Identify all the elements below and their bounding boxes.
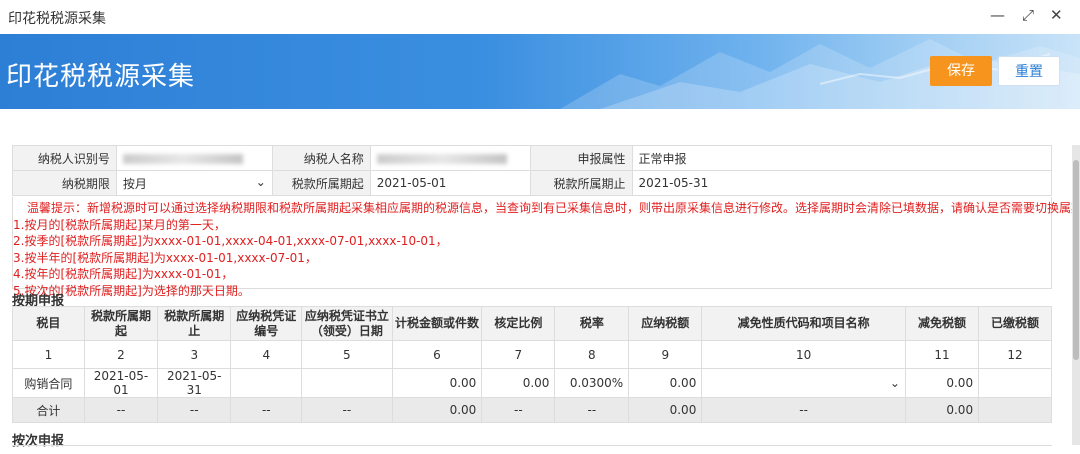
col-header: 已缴税额 — [978, 306, 1052, 341]
main-content: 纳税人识别号 纳税人名称 申报属性 正常申报 纳税期限 按月 ⌄ 税款所属期起 2… — [0, 109, 1080, 453]
col-number: 7 — [481, 340, 556, 369]
col-number: 4 — [230, 340, 303, 369]
col-number: 10 — [701, 340, 906, 369]
col-number: 8 — [554, 340, 630, 369]
start-date-cell: 2021-05-01 — [83, 368, 159, 398]
tax-item-cell: 购销合同 — [12, 368, 85, 398]
reset-button[interactable]: 重置 — [998, 56, 1060, 86]
start-date-label: 税款所属期起 — [271, 170, 371, 196]
declare-attr-value: 正常申报 — [631, 145, 1053, 171]
tip-line: 3.按半年的[税款所属期起]为xxxx-01-01,xxxx-07-01， — [13, 250, 317, 265]
tip-line: 1.按月的[税款所属期起]某月的第一天， — [13, 217, 226, 232]
col-header: 应纳税额 — [628, 306, 703, 341]
close-icon[interactable]: ✕ — [1050, 6, 1063, 24]
tip-line: 2.按季的[税款所属期起]为xxxx-01-01,xxxx-04-01,xxxx… — [13, 234, 448, 248]
taxpayer-info-table: 纳税人识别号 纳税人名称 申报属性 正常申报 纳税期限 按月 ⌄ 税款所属期起 2… — [12, 145, 1053, 196]
col-number: 2 — [83, 340, 159, 369]
col-header: 税率 — [554, 306, 630, 341]
col-header: 计税金额或件数 — [391, 306, 483, 341]
tip-line: 5.按次的[税款所属期起]为选择的那天日期。 — [13, 283, 250, 298]
minimize-icon[interactable]: — — [990, 6, 1005, 24]
col-number: 11 — [904, 340, 980, 369]
scrollbar-thumb[interactable] — [1073, 160, 1079, 360]
tax-rate-cell: 0.0300% — [554, 368, 630, 398]
chevron-down-icon: ⌄ — [255, 174, 266, 189]
col-header: 应纳税凭证书立（领受）日期 — [301, 306, 393, 341]
end-date-label: 税款所属期止 — [529, 170, 633, 196]
total-cell: -- — [83, 397, 159, 423]
total-row: 合计 -- -- -- -- 0.00 -- -- 0.00 -- 0.00 — [12, 397, 1052, 423]
total-cell: 0.00 — [628, 397, 703, 423]
total-cell: -- — [230, 397, 303, 423]
tip-line: 4.按年的[税款所属期起]为xxxx-01-01， — [13, 267, 234, 281]
window-title: 印花税税源采集 — [8, 11, 106, 27]
taxpayer-id-value — [115, 145, 273, 171]
period-label: 纳税期限 — [12, 170, 117, 196]
tax-payable-cell: 0.00 — [628, 368, 703, 398]
period-select[interactable]: 按月 ⌄ — [115, 170, 273, 196]
col-header: 减免性质代码和项目名称 — [701, 306, 906, 341]
save-button[interactable]: 保存 — [930, 56, 992, 86]
column-number-row: 1 2 3 4 5 6 7 8 9 10 11 12 — [12, 340, 1052, 369]
end-date-cell: 2021-05-31 — [157, 368, 232, 398]
total-cell: -- — [554, 397, 630, 423]
taxpayer-name-value — [369, 145, 531, 171]
col-header: 应纳税凭证编号 — [230, 306, 303, 341]
table-header: 税目 税款所属期起 税款所属期止 应纳税凭证编号 应纳税凭证书立（领受）日期 计… — [12, 306, 1052, 341]
voucher-date-input[interactable] — [301, 368, 393, 398]
taxpayer-id-label: 纳税人识别号 — [12, 145, 117, 171]
maximize-icon[interactable]: ⤢ — [1022, 6, 1034, 24]
header-banner: 印花税税源采集 保存 重置 — [0, 34, 1080, 109]
total-cell: 0.00 — [904, 397, 980, 423]
end-date-value: 2021-05-31 — [631, 170, 1053, 196]
col-number: 3 — [157, 340, 232, 369]
total-cell — [978, 397, 1052, 423]
col-header: 税款所属期起 — [83, 306, 159, 341]
window-titlebar: 印花税税源采集 — ⤢ ✕ — [0, 0, 1080, 34]
total-cell: 0.00 — [391, 397, 483, 423]
col-number: 1 — [12, 340, 85, 369]
total-cell: -- — [301, 397, 393, 423]
taxable-amount-input[interactable]: 0.00 — [391, 368, 483, 398]
total-cell: -- — [701, 397, 906, 423]
voucher-number-input[interactable] — [230, 368, 303, 398]
total-cell: -- — [157, 397, 232, 423]
tips-box: 温馨提示：新增税源时可以通过选择纳税期限和税款所属期起采集相应属期的税源信息，当… — [12, 197, 1080, 298]
col-number: 6 — [391, 340, 483, 369]
page-title: 印花税税源采集 — [6, 62, 196, 92]
paid-amount-cell — [978, 368, 1052, 398]
total-cell: -- — [481, 397, 556, 423]
col-header: 税款所属期止 — [157, 306, 232, 341]
col-header: 减免税额 — [904, 306, 980, 341]
exemption-amount-cell[interactable]: 0.00 — [904, 368, 980, 398]
col-header: 税目 — [12, 306, 85, 341]
approved-ratio-input[interactable]: 0.00 — [481, 368, 556, 398]
exemption-code-select[interactable]: ⌄ — [701, 368, 906, 398]
periodic-declare-table: 税目 税款所属期起 税款所属期止 应纳税凭证编号 应纳税凭证书立（领受）日期 计… — [12, 306, 1052, 423]
chevron-down-icon: ⌄ — [889, 376, 900, 390]
col-header: 核定比例 — [481, 306, 556, 341]
taxpayer-name-label: 纳税人名称 — [271, 145, 371, 171]
total-label: 合计 — [12, 397, 85, 423]
col-number: 12 — [978, 340, 1052, 369]
table-row: 购销合同 2021-05-01 2021-05-31 0.00 0.00 0.0… — [12, 368, 1052, 398]
col-number: 5 — [301, 340, 393, 369]
declare-attr-label: 申报属性 — [529, 145, 633, 171]
start-date-input[interactable]: 2021-05-01 — [369, 170, 531, 196]
tip-line: 温馨提示：新增税源时可以通过选择纳税期限和税款所属期起采集相应属期的税源信息，当… — [27, 201, 1080, 215]
period-select-value: 按月 — [122, 176, 147, 191]
col-number: 9 — [628, 340, 703, 369]
